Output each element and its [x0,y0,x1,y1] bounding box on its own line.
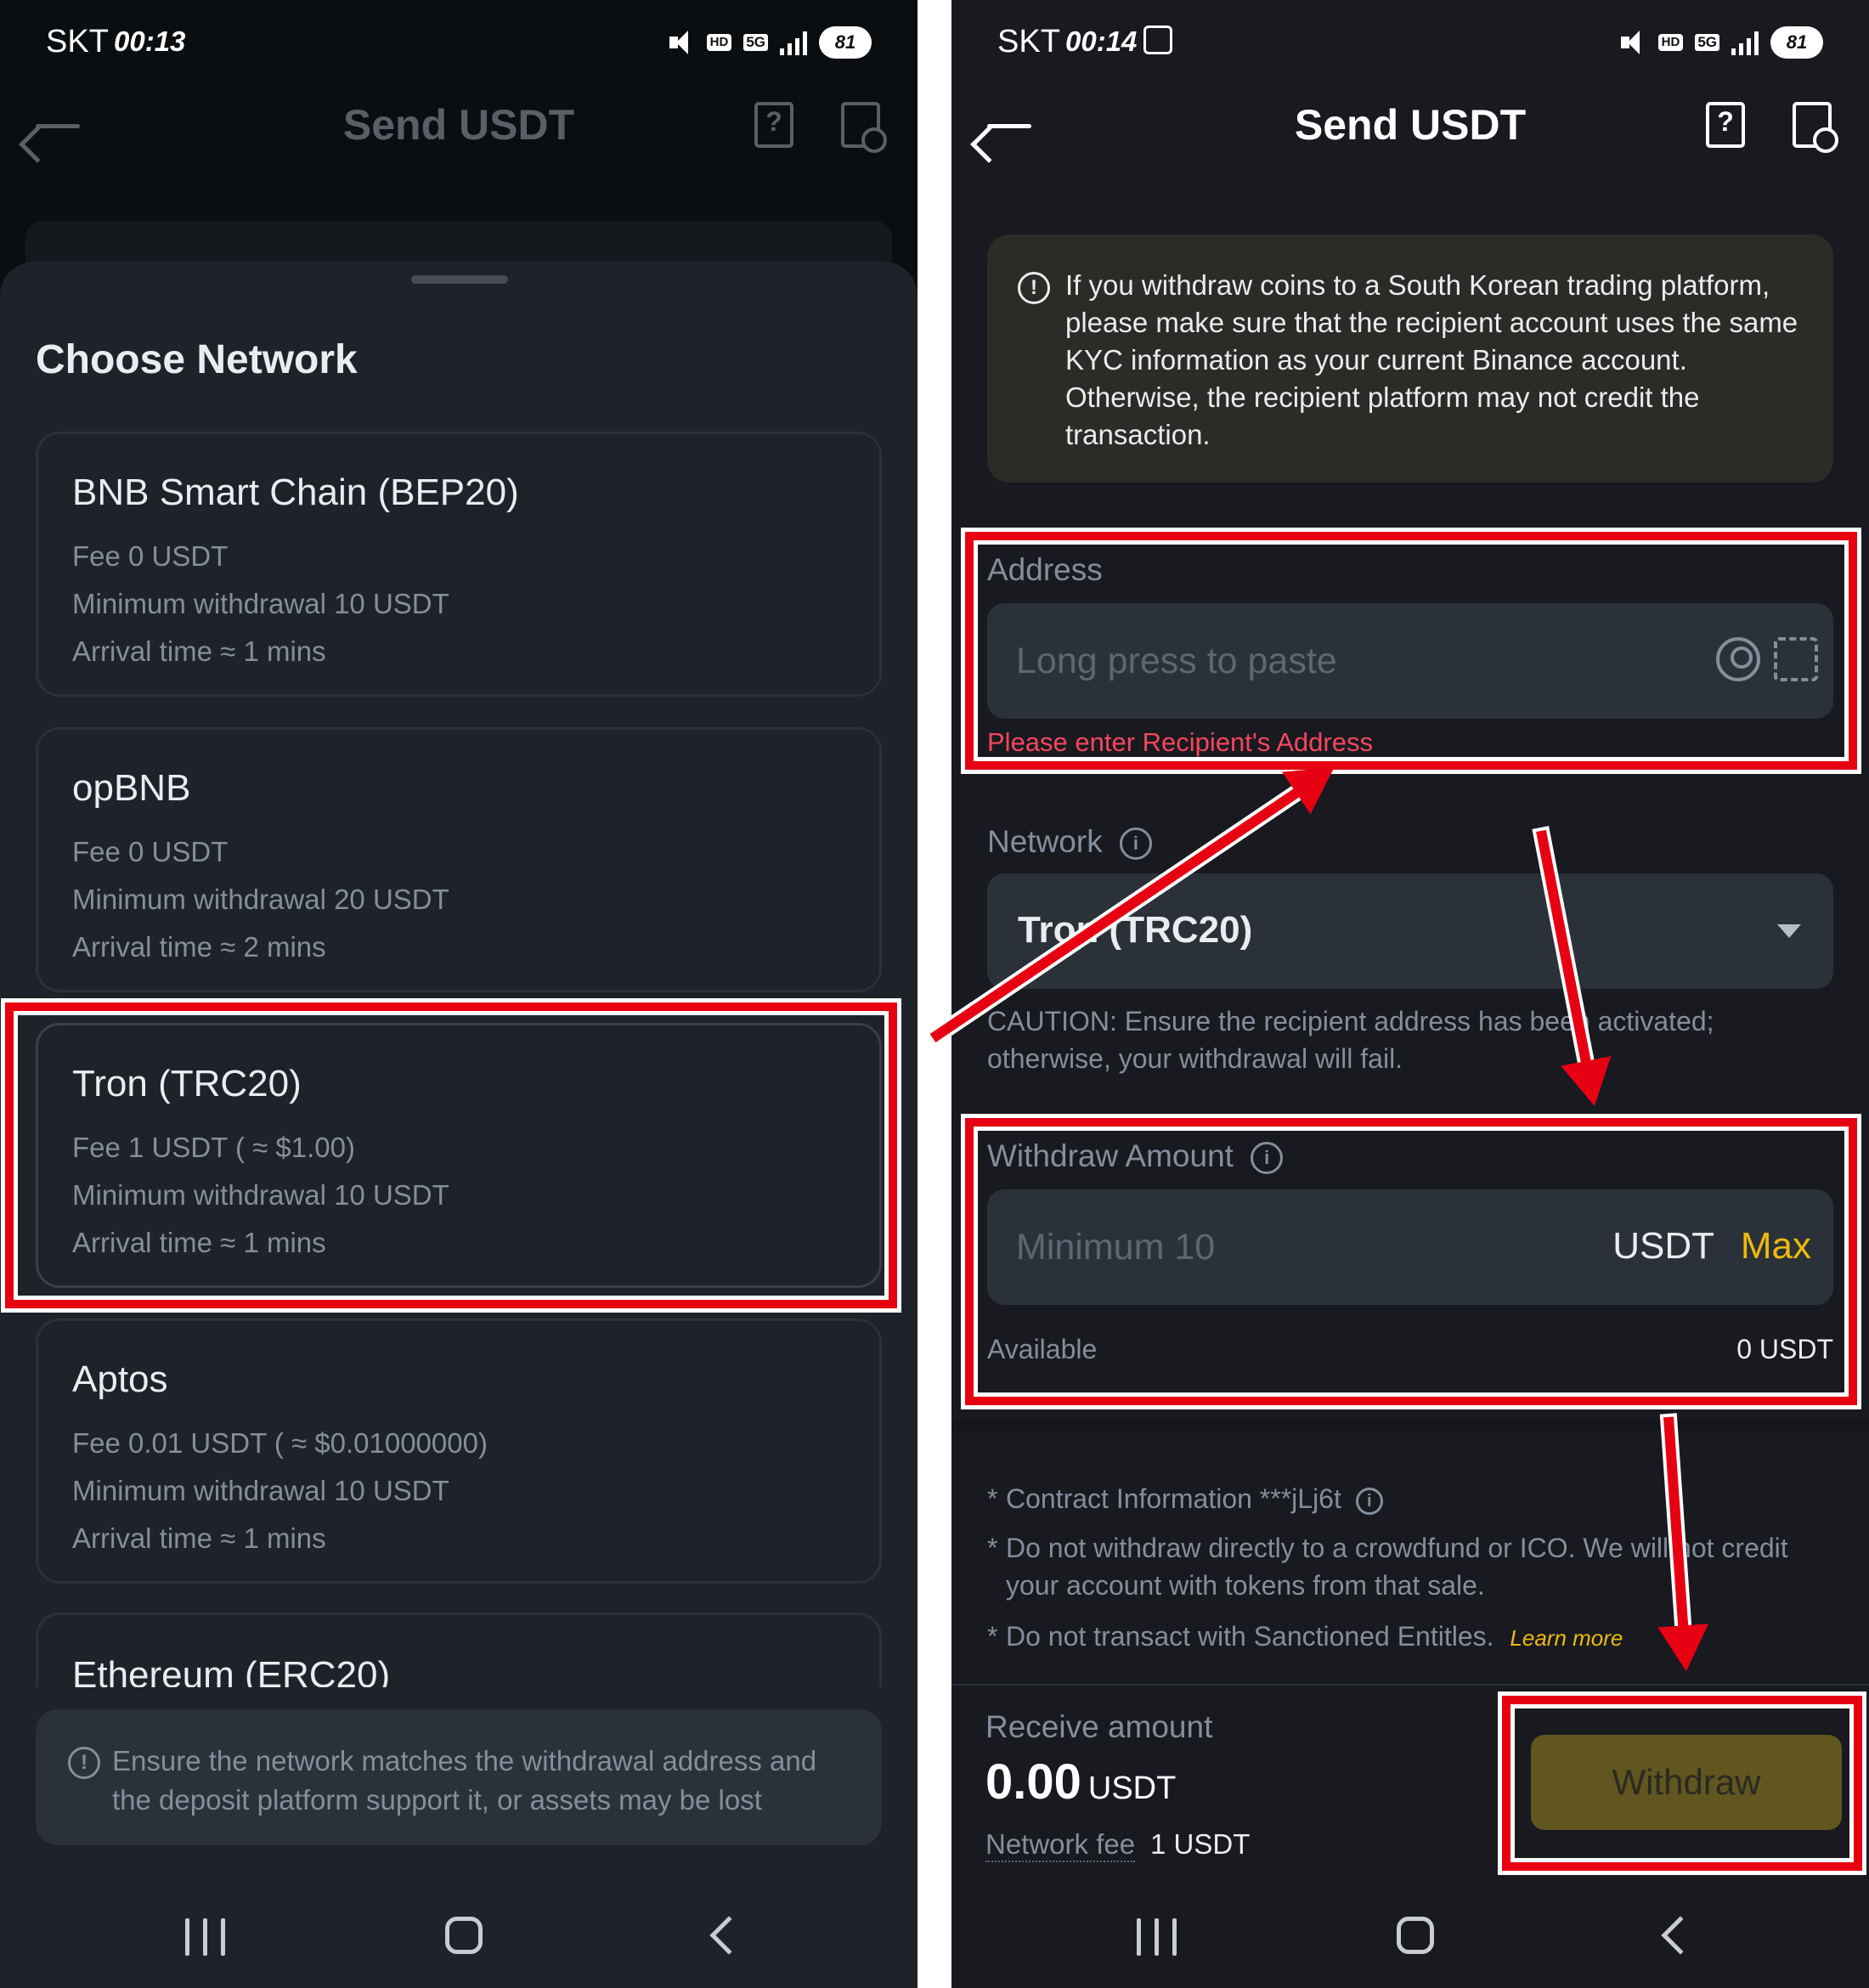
recent-apps-icon[interactable] [185,1918,225,1956]
chevron-down-icon [1777,924,1801,938]
network-selected-value: Tron (TRC20) [1018,909,1253,951]
nav-back-icon[interactable] [709,1916,748,1955]
receive-amount-label: Receive amount [985,1709,1213,1744]
highlight-box-amount [965,1118,1857,1405]
mute-icon [1618,28,1646,57]
highlight-box-address [965,532,1857,770]
signal-icon [780,30,807,55]
network-option-bep20[interactable]: BNB Smart Chain (BEP20) Fee 0 USDT Minim… [36,432,882,697]
signal-icon [1731,30,1759,55]
info-icon[interactable]: i [1355,1487,1383,1515]
network-min: Minimum withdrawal 10 USDT [72,588,449,619]
nav-back-icon[interactable] [1661,1916,1700,1955]
dimmed-background [25,221,892,263]
top-bar: Send USDT ? [951,85,1869,170]
network-select[interactable]: Tron (TRC20) [987,873,1833,989]
receive-amount: 0.00 USDT [985,1754,1176,1810]
sanction-note-text: Do not transact with Sanctioned Entitles… [1006,1621,1494,1652]
battery-icon: 81 [1770,26,1823,59]
network-arrival: Arrival time ≈ 1 mins [72,635,326,667]
help-icon[interactable]: ? [754,102,793,148]
sheet-drag-handle[interactable] [411,275,508,284]
left-screen: SKT 00:13 HD 5G 81 Send USDT ? Choose Ne… [0,0,918,1988]
clock: 00:14 [1065,25,1138,57]
network-option-aptos[interactable]: Aptos Fee 0.01 USDT ( ≈ $0.01000000) Min… [36,1319,882,1584]
contract-info: * Contract Information ***jLj6t i [987,1480,1837,1517]
network-min: Minimum withdrawal 10 USDT [72,1475,449,1506]
network-fee: Fee 0 USDT [72,836,229,867]
highlight-box-trc20 [5,1002,897,1308]
system-nav-bar [951,1869,1869,1988]
carrier-label: SKT [997,24,1060,59]
mute-icon [666,28,695,57]
right-screen: SKT 00:14 HD 5G 81 Send USDT ? ! If you … [951,0,1869,1988]
learn-more-link[interactable]: Learn more [1510,1625,1623,1651]
highlight-box-withdraw [1502,1696,1862,1871]
kyc-warning-text: If you withdraw coins to a South Korean … [1065,269,1798,450]
hd-voice-icon: HD [1657,34,1684,51]
status-bar: SKT 00:13 HD 5G 81 [0,0,918,85]
carrier-label: SKT [46,24,109,59]
network-option-opbnb[interactable]: opBNB Fee 0 USDT Minimum withdrawal 20 U… [36,727,882,992]
system-nav-bar [0,1869,918,1988]
recent-apps-icon[interactable] [1137,1918,1177,1956]
bullet-star: * [987,1621,998,1652]
network-option-erc20[interactable]: Ethereum (ERC20) [36,1612,882,1687]
network-label-text: Network [987,824,1103,859]
network-fee: Fee 0.01 USDT ( ≈ $0.01000000) [72,1427,488,1459]
network-fee: Fee 0 USDT [72,540,229,572]
help-icon[interactable]: ? [1706,102,1745,148]
top-bar: Send USDT ? [0,85,918,170]
screenshot-icon [1143,25,1172,54]
receive-amount-unit: USDT [1087,1771,1177,1806]
network-notice-text: Ensure the network matches the withdrawa… [112,1745,817,1816]
clock: 00:13 [114,25,186,57]
sheet-title: Choose Network [36,337,358,382]
network-fee-value: 1 USDT [1150,1828,1251,1860]
section-divider [951,1420,1869,1431]
crowdfund-note: * Do not withdraw directly to a crowdfun… [987,1529,1837,1604]
home-icon[interactable] [445,1917,483,1954]
network-notice: ! Ensure the network matches the withdra… [36,1709,882,1845]
5g-icon: 5G [743,34,768,51]
network-name: opBNB [72,767,191,809]
crowdfund-note-text: Do not withdraw directly to a crowdfund … [1006,1533,1788,1601]
network-arrival: Arrival time ≈ 1 mins [72,1522,326,1554]
info-icon: ! [1018,272,1050,304]
network-arrival: Arrival time ≈ 2 mins [72,931,326,963]
battery-icon: 81 [819,26,872,59]
history-icon[interactable] [841,102,887,153]
network-caution: CAUTION: Ensure the recipient address ha… [987,1006,1714,1074]
network-name: Ethereum (ERC20) [72,1654,391,1687]
info-icon[interactable]: i [1119,827,1152,861]
hd-voice-icon: HD [706,34,732,51]
network-fee-label[interactable]: Network fee [985,1828,1136,1862]
network-name: BNB Smart Chain (BEP20) [72,472,519,513]
status-bar: SKT 00:14 HD 5G 81 [951,0,1869,85]
bullet-star: * [987,1533,998,1563]
5g-icon: 5G [1695,34,1719,51]
home-icon[interactable] [1397,1917,1434,1954]
info-icon: ! [68,1747,100,1779]
network-name: Aptos [72,1358,168,1400]
bullet-star: * [987,1483,998,1514]
history-icon[interactable] [1793,102,1838,153]
contract-info-text: Contract Information ***jLj6t [1006,1483,1341,1514]
receive-amount-value: 0.00 [985,1754,1081,1810]
network-min: Minimum withdrawal 20 USDT [72,884,449,915]
network-label: Network i [987,824,1152,861]
kyc-warning-card: ! If you withdraw coins to a South Korea… [987,234,1833,483]
